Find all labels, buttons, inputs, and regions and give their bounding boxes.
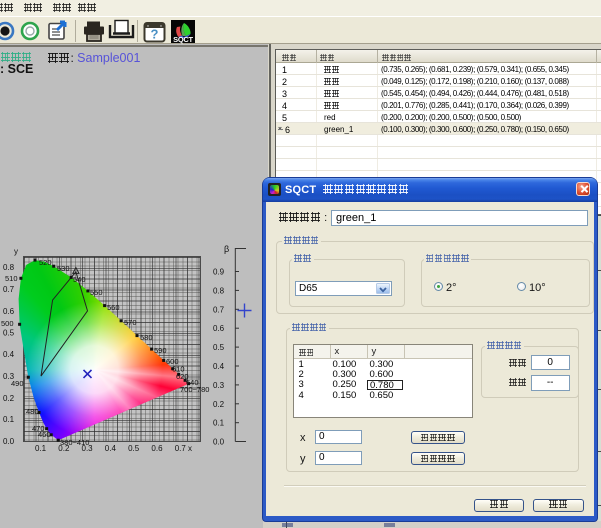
svg-text:0.4: 0.4 [105,444,117,453]
svg-text:?: ? [151,27,159,42]
svg-text:0.1: 0.1 [35,444,47,453]
svg-text:510: 510 [5,274,18,283]
svg-text:560: 560 [107,303,120,312]
svg-text:0.3: 0.3 [82,444,94,453]
svg-text:0.2: 0.2 [58,444,70,453]
svg-text:0.6: 0.6 [151,444,163,453]
svg-text:SQCT: SQCT [173,35,193,44]
svg-text:0.4: 0.4 [3,350,15,359]
svg-text:0.5: 0.5 [128,444,140,453]
svg-text:480: 480 [26,407,39,416]
svg-text:570: 570 [124,318,137,327]
svg-text:0.7: 0.7 [3,285,15,294]
svg-text:0.3: 0.3 [3,372,15,381]
svg-text:0.9: 0.9 [213,268,225,277]
svg-text:0.3: 0.3 [213,381,225,390]
svg-text:0.2: 0.2 [213,400,225,409]
svg-text:520: 520 [39,258,52,267]
svg-text:0.5: 0.5 [3,329,15,338]
svg-text:700~780: 700~780 [180,385,209,394]
svg-text:0.4: 0.4 [213,362,225,371]
svg-text:500: 500 [1,319,14,328]
svg-text:β: β [224,244,229,254]
svg-text:460: 460 [38,430,51,439]
svg-text:0.0: 0.0 [213,438,225,447]
svg-text:0.1: 0.1 [213,419,225,428]
svg-text:0.6: 0.6 [3,307,15,316]
svg-text:x: x [188,444,192,453]
svg-text:0.0: 0.0 [3,437,15,446]
svg-text:0.7: 0.7 [213,305,225,314]
svg-text:0.5: 0.5 [213,343,225,352]
svg-text:550: 550 [90,288,103,297]
svg-text:590: 590 [154,346,167,355]
svg-text:0.8: 0.8 [3,263,15,272]
svg-text:0.1: 0.1 [3,415,15,424]
svg-text:540: 540 [73,275,86,284]
svg-text:0.8: 0.8 [213,286,225,295]
svg-text:0.2: 0.2 [3,394,15,403]
svg-text:0.7: 0.7 [175,444,187,453]
svg-text:0.6: 0.6 [213,324,225,333]
svg-text:530: 530 [57,264,70,273]
svg-text:y: y [14,247,18,256]
svg-text:580: 580 [140,333,153,342]
